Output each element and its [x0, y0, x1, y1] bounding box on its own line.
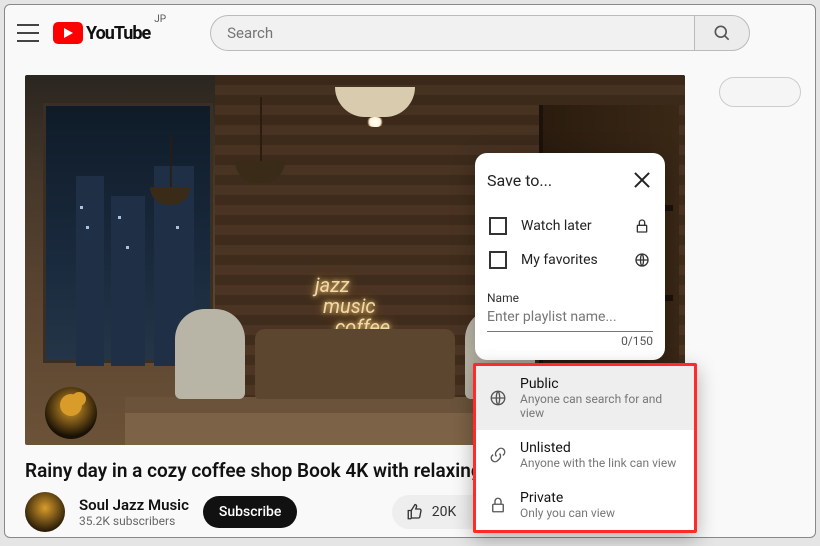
- topbar: YouTube JP: [5, 5, 815, 61]
- playlist-label: My favorites: [521, 252, 619, 268]
- playlist-row[interactable]: My favorites: [487, 243, 653, 277]
- like-button[interactable]: 20K: [392, 495, 471, 529]
- option-title: Private: [520, 490, 615, 506]
- privacy-option-public[interactable]: Public Anyone can search for and view: [476, 366, 694, 430]
- link-icon: [488, 445, 508, 465]
- char-counter: 0/150: [487, 334, 653, 348]
- logo-text: YouTube: [86, 23, 150, 44]
- option-subtitle: Anyone with the link can view: [520, 456, 676, 470]
- thumbs-up-icon: [406, 503, 424, 521]
- playlist-name-input[interactable]: [487, 305, 653, 332]
- option-subtitle: Anyone can search for and view: [520, 392, 682, 420]
- search-icon: [712, 23, 732, 43]
- channel-name: Soul Jazz Music: [79, 496, 189, 514]
- sidebar-placeholder: [719, 77, 801, 107]
- option-title: Unlisted: [520, 440, 676, 456]
- name-field-label: Name: [487, 291, 653, 305]
- region-code: JP: [154, 14, 166, 25]
- like-count: 20K: [432, 504, 457, 520]
- option-title: Public: [520, 376, 682, 392]
- channel-info[interactable]: Soul Jazz Music 35.2K subscribers: [79, 496, 189, 528]
- globe-icon: [633, 251, 651, 269]
- option-subtitle: Only you can view: [520, 506, 615, 520]
- search-input[interactable]: [210, 15, 694, 51]
- checkbox[interactable]: [489, 217, 507, 235]
- playlist-row[interactable]: Watch later: [487, 209, 653, 243]
- close-icon[interactable]: [631, 169, 653, 191]
- lock-icon: [633, 217, 651, 235]
- menu-icon[interactable]: [17, 24, 39, 42]
- youtube-logo[interactable]: YouTube JP: [53, 22, 166, 44]
- playlist-label: Watch later: [521, 218, 619, 234]
- privacy-dropdown: Public Anyone can search for and view Un…: [473, 363, 697, 533]
- channel-watermark[interactable]: [45, 387, 97, 439]
- search-bar: [210, 15, 750, 51]
- checkbox[interactable]: [489, 251, 507, 269]
- privacy-option-unlisted[interactable]: Unlisted Anyone with the link can view: [476, 430, 694, 480]
- dialog-title: Save to...: [487, 171, 552, 190]
- channel-avatar[interactable]: [25, 492, 65, 532]
- privacy-option-private[interactable]: Private Only you can view: [476, 480, 694, 530]
- save-to-dialog: Save to... Watch later My favorites Name…: [475, 153, 665, 360]
- globe-icon: [488, 388, 508, 408]
- subscribe-button[interactable]: Subscribe: [203, 496, 298, 528]
- search-button[interactable]: [694, 15, 750, 51]
- lock-icon: [488, 495, 508, 515]
- subscriber-count: 35.2K subscribers: [79, 514, 189, 528]
- play-icon: [53, 22, 83, 44]
